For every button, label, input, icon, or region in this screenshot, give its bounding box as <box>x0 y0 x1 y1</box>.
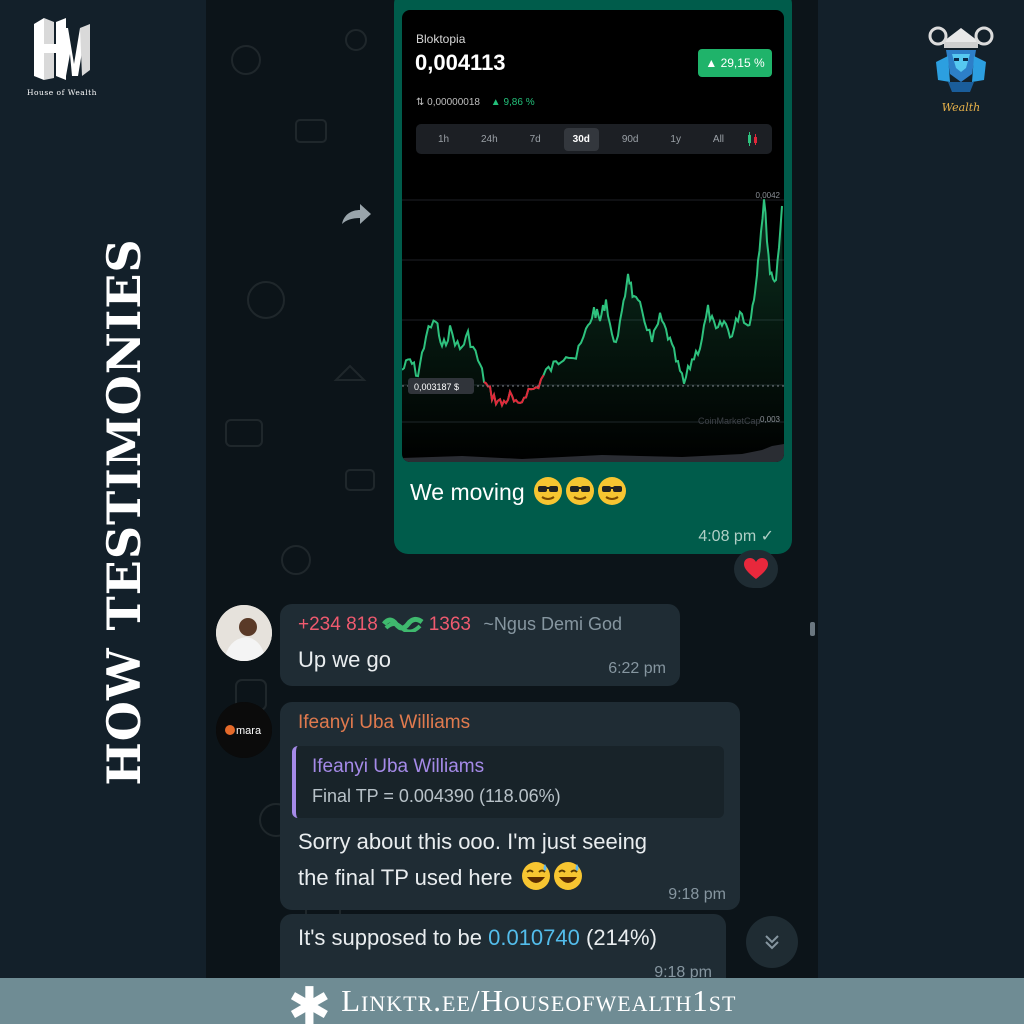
footer-link-bar[interactable]: ✱ Linktr.ee/Houseofwealth1st <box>0 978 1024 1024</box>
message-sender: +234 818 1363 ~Ngus Demi God <box>298 614 622 636</box>
cmc-watermark: CoinMarketCap <box>698 416 761 426</box>
avatar-text: mara <box>236 725 262 737</box>
scrollbar-thumb[interactable] <box>810 622 815 636</box>
asterisk-icon: ✱ <box>287 978 332 1024</box>
message-text-line1: Sorry about this ooo. I'm just seeing <box>298 829 648 854</box>
incoming-message-bubble-2[interactable]: It's supposed to be 0.010740 (214%) 9:18… <box>280 914 726 978</box>
outgoing-message-time: 4:08 pm ✓ <box>698 528 774 545</box>
message-text: We moving <box>410 479 525 505</box>
warrior-logo: Wealth <box>926 22 996 118</box>
sunglasses-emoji-icon <box>566 477 595 505</box>
message-time: 9:18 pm <box>668 886 726 903</box>
grinning-sweat-emoji-icon <box>553 862 582 890</box>
chat-window: Bloktopia 0,004113 ▲ 29,15 % ⇅ 0,0000001… <box>206 0 818 978</box>
outgoing-message-bubble[interactable]: Bloktopia 0,004113 ▲ 29,15 % ⇅ 0,0000001… <box>394 0 792 554</box>
quote-text: Final TP = 0.004390 (118.06%) <box>312 786 561 806</box>
sunglasses-emoji-icon <box>598 477 627 505</box>
message-text: It's supposed to be 0.010740 (214%) <box>298 920 657 956</box>
quoted-message[interactable]: Ifeanyi Uba Williams Final TP = 0.004390… <box>292 746 724 818</box>
candlestick-icon[interactable] <box>747 132 759 146</box>
axis-top-label: 0,0042 <box>756 191 781 200</box>
sender-phone-end: 1363 <box>428 614 471 635</box>
grinning-sweat-emoji-icon <box>521 862 550 890</box>
message-time: 6:22 pm <box>608 660 666 677</box>
outgoing-message-text: We moving <box>410 476 627 506</box>
range-90d[interactable]: 90d <box>613 128 648 151</box>
avatar-mara[interactable]: mara <box>216 702 272 758</box>
footer-link[interactable]: Linktr.ee/Houseofwealth1st <box>341 983 736 1019</box>
range-30d[interactable]: 30d <box>563 127 599 151</box>
heart-icon <box>744 558 768 579</box>
double-chevron-down-icon <box>765 935 779 950</box>
range-1y[interactable]: 1y <box>661 128 690 151</box>
sender-name: ~Ngus Demi God <box>483 614 622 634</box>
price-tag: 0,003187 $ <box>414 382 459 392</box>
time-range-selector: 1h 24h 7d 30d 90d 1y All <box>416 124 772 154</box>
message-text: Up we go <box>298 647 391 672</box>
coin-name: Bloktopia <box>416 32 466 46</box>
person-avatar-icon <box>216 605 272 661</box>
range-all[interactable]: All <box>704 128 733 151</box>
message-time: 9:18 pm <box>654 964 712 978</box>
house-of-wealth-logo: House of Wealth <box>24 14 100 104</box>
price-chart-screenshot[interactable]: Bloktopia 0,004113 ▲ 29,15 % ⇅ 0,0000001… <box>402 10 784 462</box>
samurai-mascot-icon <box>928 26 994 92</box>
message-text-line2: the final TP used here <box>298 865 513 890</box>
mara-logo-icon: mara <box>216 702 272 758</box>
sender-phone-start: +234 818 <box>298 614 378 635</box>
sunglasses-emoji-icon <box>534 477 563 505</box>
message-sender: Ifeanyi Uba Williams <box>298 712 471 733</box>
heart-reaction[interactable] <box>734 550 778 588</box>
range-1h[interactable]: 1h <box>429 128 458 151</box>
coin-sub-change: ▲ 9,86 % <box>490 97 535 108</box>
coin-sub-value: ⇅ 0,00000018 <box>416 97 480 108</box>
incoming-reply-bubble[interactable]: Ifeanyi Uba Williams Ifeanyi Uba William… <box>280 702 740 910</box>
forward-icon[interactable] <box>338 200 374 228</box>
logo-caption: House of Wealth <box>27 88 97 97</box>
message-text-before: It's supposed to be <box>298 925 489 950</box>
hw-logo-mark <box>34 18 90 80</box>
range-7d[interactable]: 7d <box>521 128 550 151</box>
coin-price: 0,004113 <box>415 50 506 75</box>
wealth-wordmark: Wealth <box>941 101 981 114</box>
range-24h[interactable]: 24h <box>472 128 507 151</box>
coin-sub-stats: ⇅ 0,00000018 ▲ 9,86 % <box>416 97 535 108</box>
incoming-message-bubble[interactable]: +234 818 1363 ~Ngus Demi God Up we go 6:… <box>280 604 680 686</box>
redaction-scribble-icon <box>382 616 424 634</box>
quote-author: Ifeanyi Uba Williams <box>312 756 485 777</box>
message-text-line2-row: the final TP used here <box>298 860 583 896</box>
avatar-ngus[interactable] <box>216 605 272 661</box>
scroll-to-bottom-button[interactable] <box>746 916 798 968</box>
price-link[interactable]: 0.010740 <box>488 925 580 950</box>
price-line-chart: 0,003187 $ 0,0042 0,003 CoinMarketCap <box>402 191 784 462</box>
how-testimonies-title: HOW TESTIMONIES <box>97 238 151 786</box>
axis-bottom-label: 0,003 <box>760 415 781 424</box>
price-change-badge: ▲ 29,15 % <box>698 49 772 77</box>
message-text-after: (214%) <box>579 925 657 950</box>
